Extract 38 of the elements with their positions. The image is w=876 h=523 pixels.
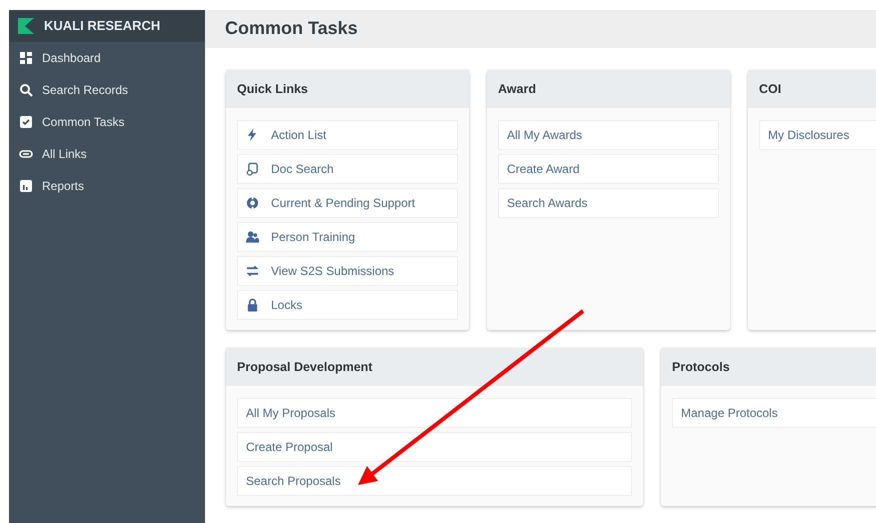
task-link[interactable]: All My Proposals (237, 398, 632, 428)
swap-icon (246, 264, 259, 278)
link-icon (19, 147, 33, 161)
document-icon (246, 162, 259, 176)
card-title: Quick Links (226, 70, 469, 108)
card-title: Award (487, 70, 730, 108)
task-link[interactable]: Search Proposals (237, 466, 632, 496)
task-link[interactable]: All My Awards (498, 120, 719, 150)
task-link[interactable]: Create Award (498, 154, 719, 184)
sidebar-item[interactable]: Common Tasks (9, 106, 205, 138)
logo-icon (18, 18, 34, 34)
lightning-icon (246, 128, 259, 142)
dashboard-icon (19, 51, 33, 65)
chart-icon (19, 179, 33, 193)
task-link[interactable]: Locks (237, 290, 458, 320)
lifebuoy-icon (246, 196, 259, 210)
task-link[interactable]: Current & Pending Support (237, 188, 458, 218)
task-link[interactable]: Manage Protocols (672, 398, 876, 428)
sidebar-item[interactable]: Dashboard (9, 42, 205, 74)
sidebar-item[interactable]: All Links (9, 138, 205, 170)
page-title: Common Tasks (225, 18, 358, 40)
card-title: Protocols (661, 348, 876, 386)
card-title: COI (748, 70, 876, 108)
card-title: Proposal Development (226, 348, 643, 386)
lock-icon (246, 298, 259, 312)
search-icon (19, 83, 33, 97)
people-icon (246, 230, 259, 244)
task-link[interactable]: My Disclosures (759, 120, 876, 150)
brand-name: KUALI RESEARCH (44, 17, 160, 36)
sidebar-item[interactable]: Search Records (9, 74, 205, 106)
task-link[interactable]: View S2S Submissions (237, 256, 458, 286)
task-link[interactable]: Person Training (237, 222, 458, 252)
task-link[interactable]: Action List (237, 120, 458, 150)
task-link[interactable]: Search Awards (498, 188, 719, 218)
sidebar-item[interactable]: Reports (9, 170, 205, 202)
task-link[interactable]: Doc Search (237, 154, 458, 184)
task-link[interactable]: Create Proposal (237, 432, 632, 462)
checkbox-icon (19, 115, 33, 129)
